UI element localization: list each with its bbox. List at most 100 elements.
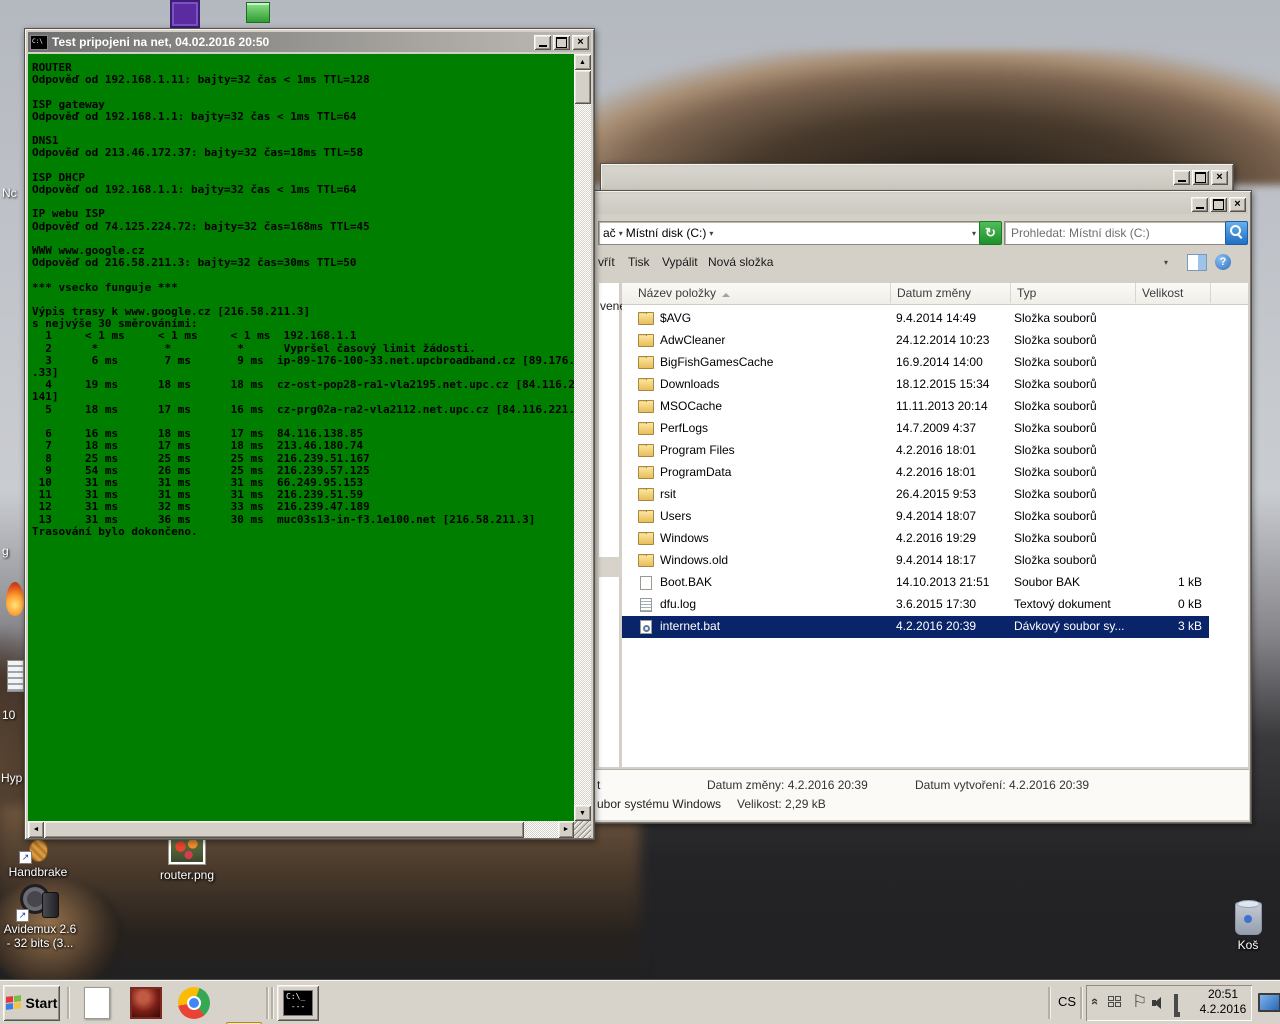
view-dropdown-icon[interactable]: ▾ [1164, 258, 1168, 267]
show-desktop-icon[interactable] [1258, 993, 1280, 1012]
file-type: Složka souborů [1014, 531, 1132, 545]
quicklaunch-document-icon[interactable] [84, 987, 110, 1019]
device-chip-icon[interactable] [170, 0, 200, 28]
file-row[interactable]: PerfLogs14.7.2009 4:37Složka souborů [622, 418, 1209, 440]
column-header-name[interactable]: Název položky [622, 283, 891, 303]
file-row[interactable]: Downloads18.12.2015 15:34Složka souborů [622, 374, 1209, 396]
background-window-titlebar[interactable]: × [604, 167, 1230, 187]
desktop-icon-avidemux[interactable]: ↗ Avidemux 2.6 - 32 bits (3... [0, 884, 80, 950]
file-row[interactable]: Boot.BAK14.10.2013 21:51Soubor BAK1 kB [622, 572, 1209, 594]
file-row[interactable]: Windows4.2.2016 19:29Složka souborů [622, 528, 1209, 550]
show-hidden-icons-chevron[interactable]: « [1088, 998, 1103, 1005]
file-row[interactable]: rsit26.4.2015 9:53Složka souborů [622, 484, 1209, 506]
flame-icon[interactable] [6, 582, 24, 616]
start-button[interactable]: Start [3, 985, 60, 1021]
terminal-titlebar[interactable]: C:\ Test pripojeni na net, 04.02.2016 20… [28, 32, 591, 52]
close-button[interactable]: × [1229, 197, 1246, 212]
icon-label: Koš [1222, 938, 1274, 952]
quicklaunch-chrome-icon[interactable] [178, 987, 210, 1019]
details-name-fragment: t [597, 778, 600, 792]
language-indicator[interactable]: CS [1058, 994, 1076, 1009]
folder-icon [638, 312, 654, 325]
file-row[interactable]: dfu.log3.6.2015 17:30Textový dokument0 k… [622, 594, 1209, 616]
file-icon [640, 620, 652, 634]
action-center-flag-icon[interactable]: ⚐ [1132, 992, 1147, 1012]
search-input[interactable]: Prohledat: Místní disk (C:) [1004, 221, 1232, 245]
start-label: Start [26, 995, 58, 1011]
file-row[interactable]: $AVG9.4.2014 14:49Složka souborů [622, 308, 1209, 330]
terminal-output: ROUTER Odpověď od 192.168.1.11: bajty=32… [28, 54, 574, 538]
refresh-button[interactable]: ↻ [979, 221, 1002, 245]
toolbar-new-folder[interactable]: Nová složka [708, 255, 773, 269]
taskbar-divider [67, 987, 70, 1019]
file-type: Složka souborů [1014, 553, 1132, 567]
file-date: 9.4.2014 18:17 [896, 553, 1011, 567]
preview-pane-icon[interactable] [1187, 254, 1207, 271]
file-date: 11.11.2013 20:14 [896, 399, 1011, 413]
nav-pane-band [598, 557, 622, 577]
column-header-type[interactable]: Typ [1011, 283, 1136, 303]
folder-icon [638, 510, 654, 523]
explorer-titlebar[interactable]: × [596, 194, 1248, 214]
terminal-content[interactable]: ROUTER Odpověď od 192.168.1.11: bajty=32… [28, 54, 574, 821]
column-header-date[interactable]: Datum změny [891, 283, 1011, 303]
toolbar-burn[interactable]: Vypálit [662, 255, 698, 269]
close-button[interactable]: × [1211, 170, 1228, 185]
file-row[interactable]: Program Files4.2.2016 18:01Složka soubor… [622, 440, 1209, 462]
horizontal-scroll-thumb[interactable] [44, 821, 524, 838]
toolbar-print[interactable]: Tisk [628, 255, 650, 269]
file-row[interactable]: Windows.old9.4.2014 18:17Složka souborů [622, 550, 1209, 572]
quicklaunch-game-icon[interactable] [130, 987, 162, 1019]
scroll-up-button[interactable]: ▲ [574, 54, 591, 70]
file-row[interactable]: ProgramData4.2.2016 18:01Složka souborů [622, 462, 1209, 484]
terminal-window: C:\ Test pripojeni na net, 04.02.2016 20… [24, 28, 595, 840]
document-list-icon[interactable] [7, 660, 24, 692]
file-name: dfu.log [660, 597, 890, 611]
scroll-left-button[interactable]: ◄ [28, 821, 44, 838]
file-row[interactable]: Users9.4.2014 18:07Složka souborů [622, 506, 1209, 528]
network-card-icon[interactable] [246, 2, 270, 23]
maximize-button[interactable] [1192, 170, 1209, 185]
explorer-toolbar: vřít Tisk Vypálit Nová složka ▾ ? [593, 247, 1249, 277]
toolbar-open-fragment[interactable]: vřít [598, 255, 615, 269]
file-type: Složka souborů [1014, 311, 1132, 325]
folder-icon [638, 532, 654, 545]
minimize-button[interactable] [534, 35, 551, 50]
desktop-icon-recycle-bin[interactable]: Koš [1222, 902, 1274, 952]
breadcrumb-arrow-icon: ▾ [619, 229, 623, 238]
network-icon[interactable] [1174, 994, 1178, 1015]
address-bar[interactable]: ač ▾ Místní disk (C:) ▾ ▾ [598, 221, 981, 245]
vertical-scroll-thumb[interactable] [574, 70, 591, 104]
folder-icon [638, 554, 654, 567]
address-dropdown-icon[interactable]: ▾ [972, 229, 976, 238]
file-date: 24.12.2014 10:23 [896, 333, 1011, 347]
minimize-button[interactable] [1173, 170, 1190, 185]
file-row[interactable]: BigFishGamesCache16.9.2014 14:00Složka s… [622, 352, 1209, 374]
maximize-button[interactable] [553, 35, 570, 50]
address-crumb[interactable]: Místní disk (C:) [626, 226, 707, 240]
search-button[interactable] [1225, 221, 1248, 245]
task-button-cmd[interactable]: C:\_ --- [277, 985, 319, 1021]
file-type: Textový dokument [1014, 597, 1132, 611]
icon-label: Handbrake [2, 865, 74, 879]
maximize-button[interactable] [1210, 197, 1227, 212]
folder-icon [638, 334, 654, 347]
tray-clock[interactable]: 20:51 4.2.2016 [1196, 987, 1250, 1017]
help-icon[interactable]: ? [1215, 254, 1231, 270]
file-icon [640, 576, 652, 590]
file-row[interactable]: MSOCache11.11.2013 20:14Složka souborů [622, 396, 1209, 418]
close-button[interactable]: × [572, 35, 589, 50]
nav-pane[interactable]: vené [599, 283, 619, 767]
file-row[interactable]: AdwCleaner24.12.2014 10:23Složka souborů [622, 330, 1209, 352]
scroll-down-button[interactable]: ▼ [574, 805, 591, 821]
horizontal-scrollbar[interactable]: ◄ ► [28, 821, 574, 838]
file-type: Složka souborů [1014, 509, 1132, 523]
scroll-right-button[interactable]: ► [558, 821, 574, 838]
folder-icon [638, 378, 654, 391]
get-windows10-icon[interactable] [1108, 996, 1123, 1009]
file-row[interactable]: internet.bat4.2.2016 20:39Dávkový soubor… [622, 616, 1209, 638]
column-header-size[interactable]: Velikost [1136, 283, 1211, 303]
vertical-scrollbar[interactable]: ▲ ▼ [574, 54, 591, 821]
minimize-button[interactable] [1191, 197, 1208, 212]
resize-grip[interactable] [574, 821, 591, 838]
